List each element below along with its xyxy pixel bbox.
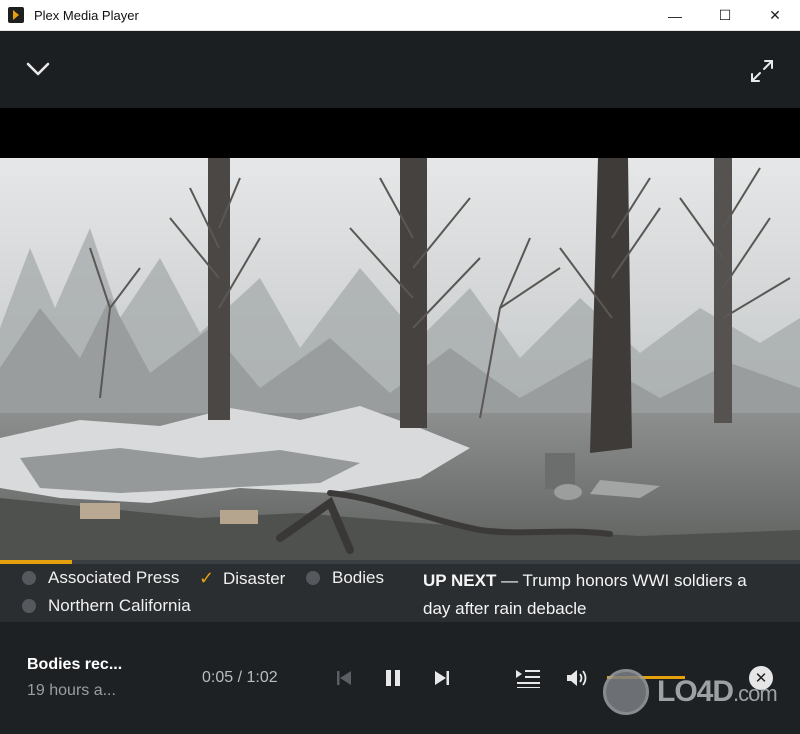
tag-label: Associated Press	[48, 568, 180, 587]
skip-next-icon	[435, 671, 449, 685]
letterbox-bar	[0, 108, 800, 158]
queue-list-icon	[516, 670, 540, 688]
checkmark-icon: ✓	[199, 568, 215, 588]
window-titlebar: Plex Media Player — ☐ ✕	[0, 0, 800, 31]
tag-label: Disaster	[223, 568, 286, 588]
globe-icon	[603, 669, 649, 715]
playback-time: 0:05 / 1:02	[202, 669, 278, 686]
minimize-button[interactable]: —	[650, 0, 700, 31]
now-playing-subtitle: 19 hours a...	[27, 682, 116, 699]
up-next-link[interactable]: UP NEXT — Trump honors WWI soldiers a da…	[423, 567, 773, 623]
collapse-player-button[interactable]	[24, 57, 52, 81]
video-scene-image	[0, 158, 800, 560]
watermark-text: LO4D.com	[657, 675, 778, 708]
up-next-prefix: UP NEXT	[423, 571, 497, 590]
close-window-button[interactable]: ✕	[750, 0, 800, 31]
chevron-down-icon	[26, 62, 50, 76]
speaker-icon	[567, 670, 587, 686]
now-playing-title[interactable]: Bodies rec...	[27, 656, 122, 674]
play-queue-button[interactable]	[514, 666, 542, 690]
pause-icon	[386, 670, 400, 686]
tag-unselected-dot	[306, 571, 320, 585]
maximize-button[interactable]: ☐	[700, 0, 750, 31]
tag-label: Northern California	[48, 596, 191, 615]
fullscreen-button[interactable]	[748, 57, 776, 85]
tag-unselected-dot	[22, 599, 36, 613]
tag-northern-california[interactable]: Northern California	[22, 596, 191, 616]
tags-and-up-next-panel: Associated Press ✓ Disaster Bodies North…	[0, 564, 800, 622]
lo4d-watermark: LO4D.com	[603, 660, 793, 724]
previous-button[interactable]	[334, 666, 354, 690]
tag-associated-press[interactable]: Associated Press	[22, 568, 179, 588]
tag-unselected-dot	[22, 571, 36, 585]
tag-disaster[interactable]: ✓ Disaster	[199, 568, 285, 589]
plex-app-icon	[8, 7, 24, 23]
tag-label: Bodies	[332, 568, 384, 587]
window-title: Plex Media Player	[34, 7, 139, 23]
next-button[interactable]	[432, 666, 452, 690]
tag-bodies[interactable]: Bodies	[306, 568, 384, 588]
volume-button[interactable]	[564, 666, 592, 690]
expand-icon	[751, 60, 773, 82]
window-controls: — ☐ ✕	[650, 0, 800, 31]
video-frame[interactable]	[0, 158, 800, 560]
skip-previous-icon	[337, 671, 351, 685]
pause-button[interactable]	[382, 666, 404, 690]
player-top-bar	[0, 31, 800, 108]
